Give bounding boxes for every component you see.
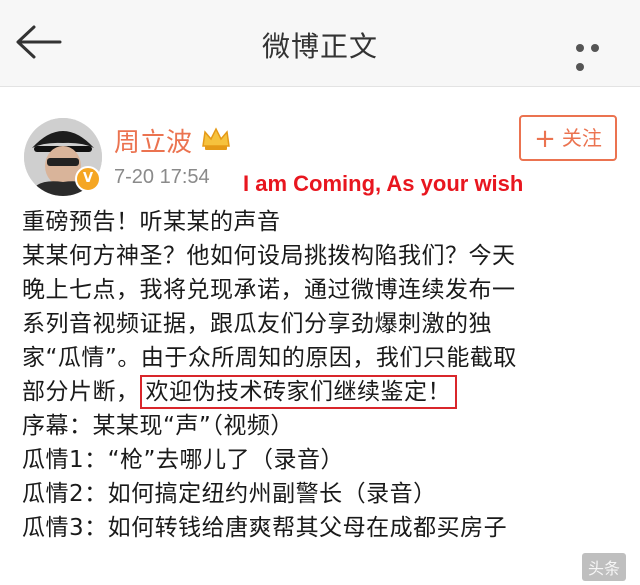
post-timestamp: 7-20 17:54 [114, 166, 210, 188]
content-line: 某某何方神圣？他如何设局挑拨构陷我们？今天 [22, 243, 516, 269]
content-line: 瓜情1：“枪”去哪儿了（录音） [22, 447, 344, 473]
post-content: 重磅预告！听某某的声音 某某何方神圣？他如何设局挑拨构陷我们？今天 晚上七点，我… [22, 205, 622, 545]
highlighted-text: 欢迎伪技术砖家们继续鉴定！ [139, 375, 457, 409]
plus-icon: + [534, 124, 556, 154]
crown-icon [202, 127, 230, 150]
content-line: 家“瓜情”。由于众所周知的原因，我们只能截取 [22, 345, 517, 371]
overlay-caption: I am Coming, As your wish [243, 171, 524, 196]
watermark: 头条 [581, 553, 626, 581]
follow-label: 关注 [561, 126, 602, 150]
verified-badge-icon: V [75, 166, 101, 192]
content-line: 系列音视频证据，跟瓜友们分享劲爆刺激的独 [22, 311, 492, 337]
page-title: 微博正文 [261, 30, 378, 63]
content-line-prefix: 部分片断， [22, 379, 140, 405]
content-line: 部分片断， 欢迎伪技术砖家们继续鉴定！ [22, 375, 622, 409]
content-line: 瓜情3：如何转钱给唐爽帮其父母在成都买房子 [22, 515, 508, 541]
follow-button[interactable]: + 关注 [519, 115, 617, 161]
content-line: 瓜情2：如何搞定纽约州副警长（录音） [22, 481, 437, 507]
top-bar: 微博正文 [0, 0, 640, 87]
content-line: 晚上七点，我将兑现承诺，通过微博连续发布一 [22, 277, 516, 303]
username[interactable]: 周立波 [114, 122, 192, 159]
more-dots-icon[interactable] [576, 37, 620, 71]
content-line: 序幕：某某现“声”（视频） [22, 413, 294, 439]
content-line: 重磅预告！听某某的声音 [22, 209, 281, 235]
